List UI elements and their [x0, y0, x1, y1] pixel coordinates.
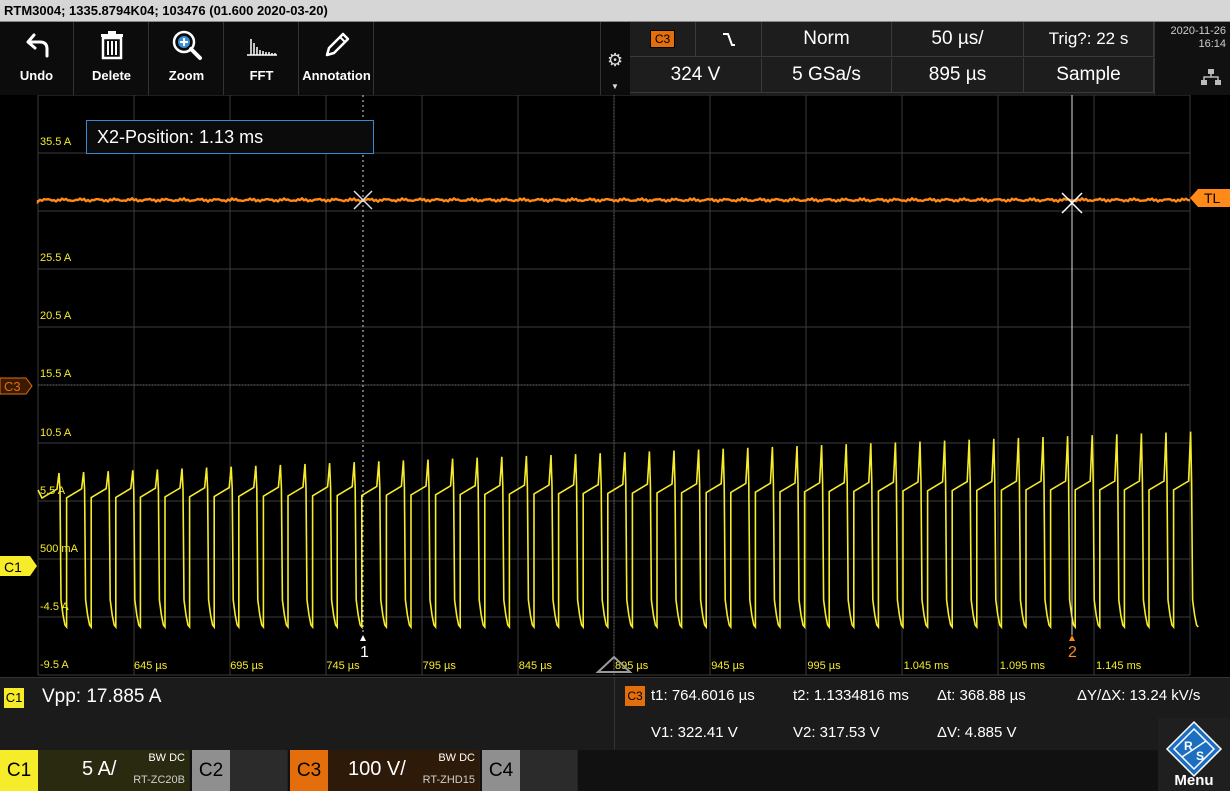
- menu-label: Menu: [1174, 772, 1214, 789]
- annotation-button[interactable]: Annotation: [300, 22, 374, 95]
- x-tick-label: 1.145 ms: [1096, 660, 1142, 672]
- channel-c1-scale: 5 A/: [82, 758, 117, 780]
- c3-offset-marker[interactable]: C3: [0, 377, 33, 395]
- cursor-v1: V1: 322.41 V: [651, 724, 738, 741]
- c1-marker-label: C1: [4, 559, 22, 575]
- undo-icon: [26, 33, 48, 58]
- zoom-icon: [172, 30, 202, 60]
- channel-c2-button[interactable]: C2: [192, 750, 288, 791]
- y-tick-label: 10.5 A: [40, 427, 72, 439]
- channel-c4-name: C4: [482, 750, 520, 791]
- delete-button[interactable]: Delete: [75, 22, 149, 95]
- fft-button[interactable]: FFT: [225, 22, 299, 95]
- trigger-source-button[interactable]: C3: [630, 22, 696, 57]
- channel-c4-button[interactable]: C4: [482, 750, 578, 791]
- y-tick-label: 25.5 A: [40, 252, 72, 264]
- x-tick-label: 645 µs: [134, 660, 168, 672]
- channel-c3-probe: RT-ZHD15: [422, 774, 475, 786]
- y-tick-label: 35.5 A: [40, 136, 72, 148]
- timebase-button[interactable]: 50 µs/: [892, 22, 1024, 57]
- cursor-position-tooltip: X2-Position: 1.13 ms: [86, 120, 374, 154]
- y-tick-label: -4.5 A: [40, 601, 69, 613]
- channel-bar: C1 5 A/ BW DC RT-ZC20B C2 C3 100 V/ BW D…: [0, 750, 1230, 791]
- trigger-level-label: TL: [1204, 190, 1221, 206]
- x-tick-label: 995 µs: [807, 660, 841, 672]
- delete-label: Delete: [91, 68, 132, 83]
- cursor-results-panel[interactable]: C3 t1: 764.6016 µs t2: 1.1334816 ms Δt: …: [614, 678, 1230, 751]
- window-title: RTM3004; 1335.8794K04; 103476 (01.600 20…: [0, 0, 1230, 22]
- vpp-measurement[interactable]: Vpp: 17.885 A: [42, 686, 161, 708]
- annotation-label: Annotation: [302, 68, 371, 83]
- x-tick-label: 695 µs: [230, 660, 264, 672]
- trash-icon: [100, 31, 123, 60]
- cursor-t1: t1: 764.6016 µs: [651, 687, 755, 704]
- svg-text:S: S: [1196, 749, 1204, 763]
- fft-label: FFT: [249, 68, 274, 83]
- channel-c2-name: C2: [192, 750, 230, 791]
- measurement-bar: C1 Vpp: 17.885 A C3 t1: 764.6016 µs t2: …: [0, 677, 1230, 751]
- dropdown-arrow-icon: ▼: [611, 82, 619, 91]
- sample-rate-button[interactable]: 5 GSa/s: [762, 58, 892, 93]
- cursor-source-chip: C3: [625, 686, 645, 706]
- network-icon: [1201, 69, 1221, 85]
- cursor-delta-t: Δt: 368.88 µs: [937, 687, 1026, 704]
- trigger-source-chip: C3: [649, 30, 676, 48]
- x-tick-label: 1.095 ms: [1000, 660, 1046, 672]
- waveform-display[interactable]: 35.5 A25.5 A20.5 A15.5 A10.5 A5.5 A500 m…: [0, 95, 1230, 677]
- falling-edge-icon: [722, 33, 735, 46]
- zoom-button[interactable]: Zoom: [150, 22, 224, 95]
- record-length-button[interactable]: 895 µs: [892, 58, 1024, 93]
- acquisition-mode-button[interactable]: Sample: [1024, 58, 1154, 93]
- cursor-v2: V2: 317.53 V: [793, 724, 880, 741]
- channel-c3-name: C3: [290, 750, 328, 791]
- cursor-t2: t2: 1.1334816 ms: [793, 687, 909, 704]
- trigger-mode-button[interactable]: Norm: [762, 22, 892, 57]
- y-tick-label: 20.5 A: [40, 310, 72, 322]
- zoom-label: Zoom: [168, 68, 205, 83]
- undo-button[interactable]: Undo: [0, 22, 74, 95]
- cursor-delta-v: ΔV: 4.885 V: [937, 724, 1017, 741]
- channel-c1-bandwidth: BW DC: [148, 752, 185, 764]
- c3-marker-label: C3: [4, 379, 21, 394]
- y-tick-label: -9.5 A: [40, 659, 69, 671]
- channel-c1-button[interactable]: C1 5 A/ BW DC RT-ZC20B: [0, 750, 190, 791]
- y-tick-label: 15.5 A: [40, 368, 72, 380]
- trigger-level-marker[interactable]: TL: [1190, 189, 1230, 207]
- x-tick-label: 845 µs: [519, 660, 553, 672]
- x-tick-label: 945 µs: [711, 660, 745, 672]
- channel-c1-probe: RT-ZC20B: [133, 774, 185, 786]
- undo-label: Undo: [19, 68, 54, 83]
- trigger-slope-button[interactable]: [696, 22, 762, 57]
- cursor-1-label: 1: [360, 644, 369, 661]
- toolbar: Undo Delete Zoom FFT Annotation: [0, 22, 600, 95]
- channel-c3-bandwidth: BW DC: [438, 752, 475, 764]
- svg-text:R: R: [1184, 739, 1193, 753]
- c1-offset-marker[interactable]: C1: [0, 556, 37, 576]
- channel-c1-name: C1: [0, 750, 38, 791]
- fft-icon: [246, 39, 277, 56]
- gear-icon: ⚙: [607, 50, 624, 70]
- measurement-channel-chip[interactable]: C1: [4, 688, 24, 708]
- pencil-icon: [325, 32, 349, 57]
- trigger-status[interactable]: Trig?: 22 s: [1024, 22, 1154, 57]
- setup-button[interactable]: ⚙ ▼: [600, 22, 630, 95]
- cursor-slope: ΔY/ΔX: 13.24 kV/s: [1077, 687, 1201, 704]
- date-text: 2020-11-26: [1170, 25, 1226, 37]
- date-time: 2020-11-26 16:14: [1154, 22, 1230, 95]
- trigger-level-button[interactable]: 324 V: [630, 58, 762, 93]
- channel-c3-button[interactable]: C3 100 V/ BW DC RT-ZHD15: [290, 750, 480, 791]
- cursor-2-label: 2: [1068, 644, 1077, 661]
- time-text: 16:14: [1198, 38, 1226, 50]
- x-tick-label: 795 µs: [423, 660, 457, 672]
- channel-c3-scale: 100 V/: [348, 758, 406, 780]
- settings-panel: C3 Norm 50 µs/ Trig?: 22 s 324 V 5 GSa/s…: [630, 22, 1154, 95]
- y-tick-label: 500 mA: [40, 543, 79, 555]
- x-tick-label: 1.045 ms: [904, 660, 950, 672]
- x-tick-label: 745 µs: [326, 660, 360, 672]
- menu-button[interactable]: R S Menu: [1158, 718, 1230, 791]
